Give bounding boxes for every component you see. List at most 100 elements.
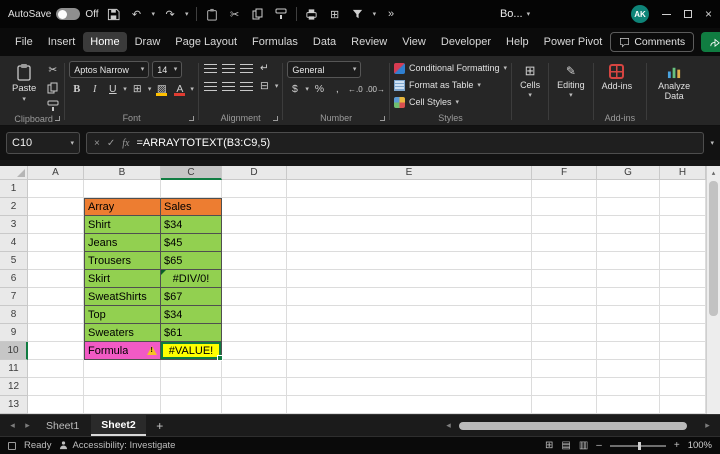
cell-C11[interactable] (161, 360, 222, 378)
cell-F13[interactable] (532, 396, 597, 414)
share-button[interactable]: Share ▾ (701, 32, 720, 52)
cell-H3[interactable] (660, 216, 706, 234)
cell-E13[interactable] (287, 396, 532, 414)
menu-tab-insert[interactable]: Insert (41, 32, 83, 52)
sheet-tab-sheet2[interactable]: Sheet2 (91, 415, 145, 436)
underline-button[interactable]: U (105, 82, 120, 96)
cell-F12[interactable] (532, 378, 597, 396)
printer-icon[interactable] (304, 6, 320, 22)
cell-D9[interactable] (222, 324, 287, 342)
cell-G6[interactable] (597, 270, 660, 288)
zoom-slider-thumb[interactable] (638, 442, 641, 450)
row-header-8[interactable]: 8 (0, 306, 28, 324)
format-as-table-button[interactable]: Format as Table ▾ (394, 78, 507, 92)
font-dialog-launcher-icon[interactable] (189, 116, 194, 121)
cell-D11[interactable] (222, 360, 287, 378)
column-header-G[interactable]: G (597, 166, 660, 180)
bold-button[interactable]: B (69, 82, 84, 96)
autosave-toggle[interactable]: AutoSave Off (8, 8, 99, 20)
cell-G10[interactable] (597, 342, 660, 360)
formula-bar-expand-icon[interactable]: ▾ (710, 139, 714, 147)
cell-H9[interactable] (660, 324, 706, 342)
clipboard-icon[interactable] (204, 6, 220, 22)
page-break-view-icon[interactable]: ▥ (579, 440, 588, 451)
column-header-H[interactable]: H (660, 166, 706, 180)
document-title[interactable]: Bo... ▾ (500, 8, 530, 20)
close-icon[interactable]: × (705, 8, 712, 20)
cell-D13[interactable] (222, 396, 287, 414)
column-header-A[interactable]: A (28, 166, 84, 180)
cell-C8[interactable]: $34 (161, 306, 222, 324)
menu-tab-data[interactable]: Data (306, 32, 343, 52)
cell-D4[interactable] (222, 234, 287, 252)
tab-scroll-left-icon[interactable]: ◂ (6, 420, 19, 431)
cell-A7[interactable] (28, 288, 84, 306)
menu-tab-developer[interactable]: Developer (434, 32, 498, 52)
row-header-5[interactable]: 5 (0, 252, 28, 270)
column-header-F[interactable]: F (532, 166, 597, 180)
cell-C12[interactable] (161, 378, 222, 396)
name-box[interactable]: C10 ▾ (6, 132, 80, 154)
menu-tab-draw[interactable]: Draw (128, 32, 168, 52)
cell-C3[interactable]: $34 (161, 216, 222, 234)
column-header-D[interactable]: D (222, 166, 287, 180)
align-bottom-icon[interactable] (239, 61, 254, 75)
percent-style-button[interactable]: % (312, 82, 327, 96)
insert-function-icon[interactable]: fx (122, 138, 129, 149)
cell-G7[interactable] (597, 288, 660, 306)
scroll-right-icon[interactable]: ▸ (701, 420, 714, 431)
cell-B5[interactable]: Trousers (84, 252, 161, 270)
menu-tab-page-layout[interactable]: Page Layout (168, 32, 244, 52)
cell-F4[interactable] (532, 234, 597, 252)
avatar[interactable]: AK (631, 5, 649, 23)
cell-B3[interactable]: Shirt (84, 216, 161, 234)
cell-F9[interactable] (532, 324, 597, 342)
cell-E6[interactable] (287, 270, 532, 288)
cells-button[interactable]: ⊞ Cells ▾ (516, 61, 544, 99)
cell-H6[interactable] (660, 270, 706, 288)
tab-scroll-right-icon[interactable]: ▸ (21, 420, 34, 431)
cell-A9[interactable] (28, 324, 84, 342)
cell-H1[interactable] (660, 180, 706, 198)
column-header-E[interactable]: E (287, 166, 532, 180)
cell-F6[interactable] (532, 270, 597, 288)
cell-G11[interactable] (597, 360, 660, 378)
cell-E4[interactable] (287, 234, 532, 252)
cell-A12[interactable] (28, 378, 84, 396)
merge-dropdown-icon[interactable]: ▾ (275, 83, 279, 90)
cell-A2[interactable] (28, 198, 84, 216)
row-header-7[interactable]: 7 (0, 288, 28, 306)
number-dialog-launcher-icon[interactable] (380, 116, 385, 121)
cell-C6[interactable]: #DIV/0! (161, 270, 222, 288)
align-middle-icon[interactable] (221, 61, 236, 75)
cell-G13[interactable] (597, 396, 660, 414)
cell-B12[interactable] (84, 378, 161, 396)
redo-dropdown-icon[interactable]: ▾ (185, 11, 189, 18)
cell-H2[interactable] (660, 198, 706, 216)
normal-view-icon[interactable]: ⊞ (545, 440, 553, 451)
menu-tab-formulas[interactable]: Formulas (245, 32, 305, 52)
cell-E8[interactable] (287, 306, 532, 324)
cell-C5[interactable]: $65 (161, 252, 222, 270)
cell-G12[interactable] (597, 378, 660, 396)
cell-B4[interactable]: Jeans (84, 234, 161, 252)
cell-D8[interactable] (222, 306, 287, 324)
cell-F3[interactable] (532, 216, 597, 234)
sheet-tab-sheet1[interactable]: Sheet1 (36, 415, 89, 436)
cell-D7[interactable] (222, 288, 287, 306)
cell-A3[interactable] (28, 216, 84, 234)
cell-F2[interactable] (532, 198, 597, 216)
cell-B1[interactable] (84, 180, 161, 198)
select-all-corner[interactable] (0, 166, 28, 180)
cell-C10[interactable]: #VALUE! (161, 342, 222, 360)
alignment-dialog-launcher-icon[interactable] (273, 116, 278, 121)
cell-E3[interactable] (287, 216, 532, 234)
clipboard-dialog-launcher-icon[interactable] (55, 116, 60, 121)
horizontal-scrollbar-thumb[interactable] (459, 422, 687, 430)
cell-C2[interactable]: Sales (161, 198, 222, 216)
cell-B13[interactable] (84, 396, 161, 414)
merge-center-icon[interactable]: ⊟ (257, 79, 272, 93)
menu-tab-view[interactable]: View (395, 32, 433, 52)
cell-H11[interactable] (660, 360, 706, 378)
row-header-3[interactable]: 3 (0, 216, 28, 234)
